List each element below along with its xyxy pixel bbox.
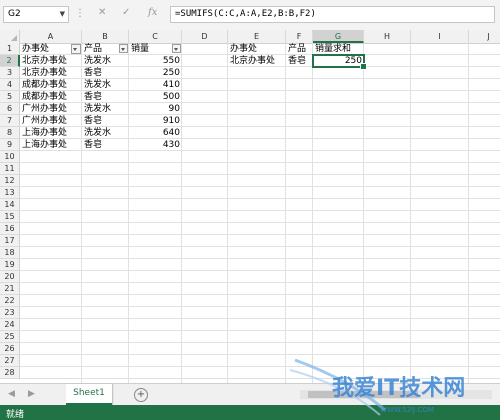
column-header-i[interactable]: I <box>411 30 469 43</box>
cell-sales[interactable]: 500 <box>129 91 182 103</box>
column-header-h[interactable]: H <box>364 30 411 43</box>
cell-product[interactable]: 洗发水 <box>82 55 113 67</box>
row-header-9[interactable]: 9 <box>0 139 20 151</box>
select-all-button[interactable] <box>0 30 20 43</box>
cell-product[interactable]: 香皂 <box>82 139 104 151</box>
row-header-24[interactable]: 24 <box>0 319 20 331</box>
cell-office[interactable]: 成都办事处 <box>20 79 69 91</box>
cell-f1[interactable]: 产品 <box>286 43 308 55</box>
row-header-27[interactable]: 27 <box>0 355 20 367</box>
cell-office[interactable]: 北京办事处 <box>20 67 69 79</box>
row-header-14[interactable]: 14 <box>0 199 20 211</box>
more-icon: ⋮ <box>75 8 85 19</box>
row-header-23[interactable]: 23 <box>0 307 20 319</box>
column-header-b[interactable]: B <box>82 30 129 43</box>
cell-e2[interactable]: 北京办事处 <box>228 55 277 67</box>
filter-dropdown-icon[interactable] <box>119 44 128 53</box>
worksheet: A B C D E F G H I J 1 2 3 4 5 6 7 8 9 10 11 12 13 14 1… <box>0 30 500 383</box>
row-header-25[interactable]: 25 <box>0 331 20 343</box>
enter-icon[interactable]: ✓ <box>122 7 130 18</box>
cancel-icon[interactable]: ✕ <box>98 7 106 18</box>
column-header-a[interactable]: A <box>20 30 82 43</box>
chevron-down-icon[interactable]: ▼ <box>60 10 65 18</box>
cell-product[interactable]: 洗发水 <box>82 127 113 139</box>
header-office: 办事处 <box>22 44 50 54</box>
name-box-value: G2 <box>8 9 21 19</box>
name-box[interactable]: G2 ▼ <box>3 6 69 23</box>
cell-grid[interactable]: 办事处 产品 销量 北京办事处 洗发水 550 北京办事处 香皂 250 成都办… <box>20 43 500 383</box>
row-header-3[interactable]: 3 <box>0 67 20 79</box>
row-header-22[interactable]: 22 <box>0 295 20 307</box>
cell-a1[interactable]: 办事处 <box>20 43 82 55</box>
cell-office[interactable]: 北京办事处 <box>20 55 69 67</box>
cell-office[interactable]: 成都办事处 <box>20 91 69 103</box>
header-sales: 销量 <box>131 44 150 54</box>
watermark-main-text: 我爱IT技术网 <box>332 376 465 401</box>
row-header-18[interactable]: 18 <box>0 247 20 259</box>
column-header-g[interactable]: G <box>313 30 364 43</box>
column-header-j[interactable]: J <box>469 30 500 43</box>
insert-function-icon[interactable]: fx <box>148 7 157 18</box>
column-header-d[interactable]: D <box>182 30 228 43</box>
cell-product[interactable]: 洗发水 <box>82 79 113 91</box>
cell-product[interactable]: 洗发水 <box>82 103 113 115</box>
cell-sales[interactable]: 430 <box>129 139 182 151</box>
row-header-15[interactable]: 15 <box>0 211 20 223</box>
fill-handle[interactable] <box>360 63 367 70</box>
column-headers: A B C D E F G H I J <box>0 30 500 44</box>
row-header-6[interactable]: 6 <box>0 103 20 115</box>
cell-sales[interactable]: 410 <box>129 79 182 91</box>
add-sheet-icon[interactable]: + <box>134 388 148 402</box>
row-header-11[interactable]: 11 <box>0 163 20 175</box>
active-cell-selection <box>312 54 367 70</box>
cell-sales[interactable]: 910 <box>129 115 182 127</box>
cell-office[interactable]: 上海办事处 <box>20 139 69 151</box>
column-header-e[interactable]: E <box>228 30 286 43</box>
cell-office[interactable]: 广州办事处 <box>20 115 69 127</box>
cell-b1[interactable]: 产品 <box>82 43 129 55</box>
cell-product[interactable]: 香皂 <box>82 91 104 103</box>
row-header-2[interactable]: 2 <box>0 55 20 67</box>
watermark-logo: 我爱IT技术网 WWW.52IJ.COM <box>290 358 465 416</box>
row-header-5[interactable]: 5 <box>0 91 20 103</box>
row-header-26[interactable]: 26 <box>0 343 20 355</box>
cell-sales[interactable]: 550 <box>129 55 182 67</box>
status-text: 就绪 <box>6 410 25 420</box>
row-header-7[interactable]: 7 <box>0 115 20 127</box>
cell-office[interactable]: 广州办事处 <box>20 103 69 115</box>
watermark-sub-text: WWW.52IJ.COM <box>380 406 434 414</box>
cell-sales[interactable]: 250 <box>129 67 182 79</box>
formula-bar: G2 ▼ ⋮ ✕ ✓ fx =SUMIFS(C:C,A:A,E2,B:B,F2) <box>0 0 500 31</box>
filter-dropdown-icon[interactable] <box>172 44 181 53</box>
column-header-c[interactable]: C <box>129 30 182 43</box>
row-header-12[interactable]: 12 <box>0 175 20 187</box>
row-header-4[interactable]: 4 <box>0 79 20 91</box>
row-header-1[interactable]: 1 <box>0 43 20 55</box>
row-header-21[interactable]: 21 <box>0 283 20 295</box>
row-header-20[interactable]: 20 <box>0 271 20 283</box>
row-header-28[interactable]: 28 <box>0 367 20 379</box>
cell-sales[interactable]: 640 <box>129 127 182 139</box>
column-header-f[interactable]: F <box>286 30 313 43</box>
formula-input[interactable]: =SUMIFS(C:C,A:A,E2,B:B,F2) <box>170 6 495 23</box>
filter-sort-icon[interactable] <box>71 44 81 54</box>
cell-product[interactable]: 香皂 <box>82 115 104 127</box>
row-header-19[interactable]: 19 <box>0 259 20 271</box>
header-product: 产品 <box>84 44 103 54</box>
cell-product[interactable]: 香皂 <box>82 67 104 79</box>
cell-office[interactable]: 上海办事处 <box>20 127 69 139</box>
row-header-16[interactable]: 16 <box>0 223 20 235</box>
cell-f2[interactable]: 香皂 <box>286 55 308 67</box>
row-header-10[interactable]: 10 <box>0 151 20 163</box>
row-header-17[interactable]: 17 <box>0 235 20 247</box>
row-header-13[interactable]: 13 <box>0 187 20 199</box>
prev-sheet-icon[interactable]: ◀ <box>8 389 15 399</box>
cell-e1[interactable]: 办事处 <box>228 43 259 55</box>
cell-c1[interactable]: 销量 <box>129 43 182 55</box>
sheet-tab-sheet1[interactable]: Sheet1 <box>66 384 112 405</box>
next-sheet-icon[interactable]: ▶ <box>28 389 35 399</box>
cell-sales[interactable]: 90 <box>129 103 182 115</box>
row-header-8[interactable]: 8 <box>0 127 20 139</box>
